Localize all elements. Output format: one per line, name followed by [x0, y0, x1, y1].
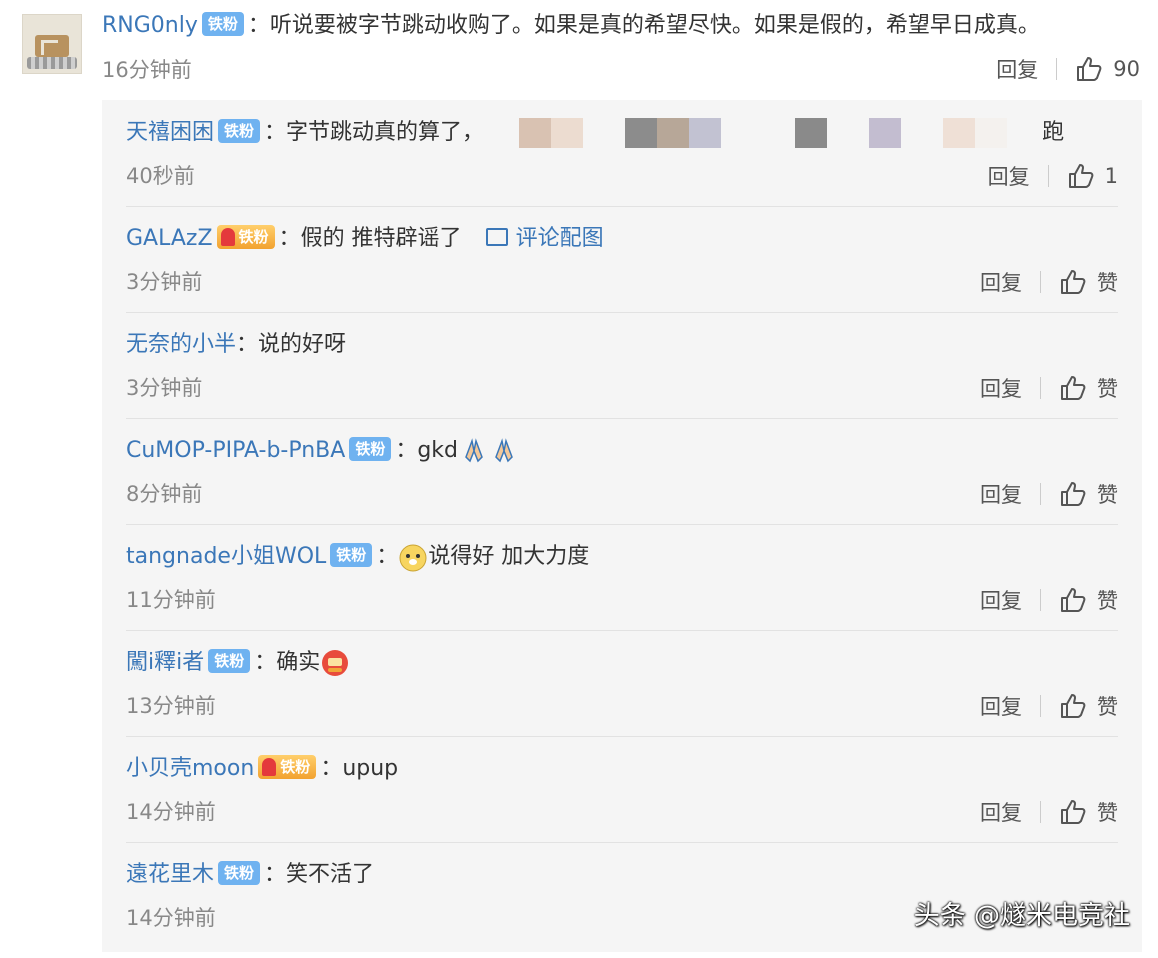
username-link[interactable]: 闖i釋i者 [126, 650, 204, 675]
comment-content: gkd [417, 438, 459, 463]
reply-button[interactable]: 回复 [996, 54, 1056, 84]
comment-tail: 跑 [1042, 120, 1065, 145]
username-link[interactable]: CuMOP-PIPA-b-PnBA [126, 438, 345, 463]
like-button[interactable]: 赞 [1097, 267, 1118, 297]
divider [1040, 695, 1041, 717]
like-button[interactable]: 赞 [1097, 373, 1118, 403]
username-link[interactable]: GALAzZ [126, 226, 213, 251]
comment-content: 听说要被字节跳动收购了。如果是真的希望尽快。如果是假的，希望早日成真。 [269, 13, 1040, 38]
comment-actions: 回复 赞 [980, 264, 1118, 300]
timestamp: 40秒前 [126, 164, 195, 188]
divider [1047, 165, 1049, 187]
divider [1040, 801, 1041, 823]
comment-actions: 回复 1 [988, 158, 1118, 194]
timestamp: 8分钟前 [126, 482, 203, 506]
reply-item: GALAzZ 铁粉 ：假的 推特辟谣了 评论配图 3分钟前 回复 赞 [126, 206, 1118, 313]
avatar-rock [27, 57, 77, 69]
username-link[interactable]: tangnade小姐WOL [126, 544, 326, 569]
comment-content: 假的 推特辟谣了 [300, 226, 462, 251]
fan-badge[interactable]: 铁粉 [201, 12, 244, 36]
timestamp: 16分钟前 [102, 58, 192, 82]
doge-emoji-icon [399, 544, 427, 572]
like-count: 1 [1104, 164, 1118, 188]
reply-button[interactable]: 回复 [980, 797, 1040, 827]
gold-fan-badge[interactable]: 铁粉 [258, 755, 317, 779]
username-link[interactable]: RNG0nly [102, 13, 198, 38]
fan-badge[interactable]: 铁粉 [330, 543, 373, 567]
gold-fan-badge[interactable]: 铁粉 [216, 225, 275, 249]
pray-emoji-icon [465, 438, 483, 463]
like-button[interactable]: 赞 [1097, 797, 1118, 827]
username-link[interactable]: 小贝壳moon [126, 756, 254, 781]
comment-actions: 回复 赞 [980, 794, 1118, 830]
thumbs-up-icon[interactable] [1059, 480, 1087, 508]
like-button[interactable]: 赞 [1097, 585, 1118, 615]
thumbs-up-icon[interactable] [1067, 162, 1095, 190]
fan-badge[interactable]: 铁粉 [218, 861, 261, 885]
reply-button[interactable]: 回复 [980, 267, 1040, 297]
comment-actions: 回复 赞 [980, 476, 1118, 512]
comment-content: 笑不活了 [286, 862, 375, 887]
divider [1040, 483, 1041, 505]
reply-panel: 天禧困困 铁粉 ：字节跳动真的算了， 跑 40秒前 回复 1 GALAzZ 铁粉… [102, 100, 1142, 952]
thumbs-up-icon[interactable] [1059, 692, 1087, 720]
comment-content: upup [342, 756, 399, 781]
reply-item: 闖i釋i者 铁粉 ：确实 13分钟前 回复 赞 [126, 630, 1118, 737]
comment-content: 确实 [276, 650, 321, 675]
timestamp: 13分钟前 [126, 694, 216, 718]
reply-button[interactable]: 回复 [980, 479, 1040, 509]
reply-item: 无奈的小半：说的好呀 3分钟前 回复 赞 [126, 312, 1118, 419]
thumbs-up-icon[interactable] [1075, 55, 1103, 83]
timestamp: 14分钟前 [126, 800, 216, 824]
pray-emoji-icon [495, 438, 513, 463]
timestamp: 14分钟前 [126, 906, 216, 930]
red-envelope-emoji-icon [322, 650, 349, 676]
thumbs-up-icon[interactable] [1059, 374, 1087, 402]
like-button[interactable]: 赞 [1097, 691, 1118, 721]
thumbs-up-icon[interactable] [1059, 586, 1087, 614]
timestamp: 3分钟前 [126, 376, 203, 400]
reply-item: tangnade小姐WOL 铁粉：说得好 加大力度 11分钟前 回复 赞 [126, 524, 1118, 631]
username-link[interactable]: 遠花里木 [126, 862, 214, 887]
rng-logo [35, 35, 69, 57]
like-button[interactable]: 赞 [1097, 479, 1118, 509]
comment-content: 字节跳动真的算了， [286, 120, 485, 145]
blurred-content [519, 118, 1014, 148]
reply-button[interactable]: 回复 [980, 691, 1040, 721]
divider [1040, 589, 1041, 611]
fan-badge[interactable]: 铁粉 [218, 119, 261, 143]
username-link[interactable]: 无奈的小半 [126, 332, 236, 357]
comment-actions: 回复 赞 [980, 582, 1118, 618]
thumbs-up-icon[interactable] [1059, 268, 1087, 296]
timestamp: 3分钟前 [126, 270, 203, 294]
comment-actions: 回复 90 [996, 52, 1140, 86]
comment-actions: 回复 赞 [980, 688, 1118, 724]
reply-button[interactable]: 回复 [980, 373, 1040, 403]
main-comment-text: RNG0nly 铁粉 ：听说要被字节跳动收购了。如果是真的希望尽快。如果是假的，希望… [102, 12, 1040, 38]
comment-image-link[interactable]: 评论配图 [485, 226, 604, 251]
avatar[interactable] [22, 14, 82, 74]
reply-item: CuMOP-PIPA-b-PnBA 铁粉 ：gkd 8分钟前 回复 赞 [126, 418, 1118, 525]
divider [1056, 58, 1058, 80]
comment-actions: 回复 赞 [980, 370, 1118, 406]
divider [1040, 377, 1041, 399]
thumbs-up-icon[interactable] [1059, 798, 1087, 826]
reply-button[interactable]: 回复 [980, 585, 1040, 615]
comment-content: 说的好呀 [258, 332, 347, 357]
reply-item: 天禧困困 铁粉 ：字节跳动真的算了， 跑 40秒前 回复 1 [126, 100, 1118, 207]
reply-button[interactable]: 回复 [988, 161, 1048, 191]
timestamp: 11分钟前 [126, 588, 216, 612]
fan-badge[interactable]: 铁粉 [208, 649, 251, 673]
watermark: 头条 @燧米电竞社 [913, 901, 1130, 931]
comment-content: 说得好 加大力度 [428, 544, 590, 569]
reply-item: 小贝壳moon 铁粉 ：upup 14分钟前 回复 赞 [126, 736, 1118, 843]
like-count: 90 [1113, 57, 1140, 81]
username-link[interactable]: 天禧困困 [126, 120, 214, 145]
fan-badge[interactable]: 铁粉 [349, 437, 392, 461]
divider [1040, 271, 1041, 293]
image-icon [485, 228, 508, 246]
